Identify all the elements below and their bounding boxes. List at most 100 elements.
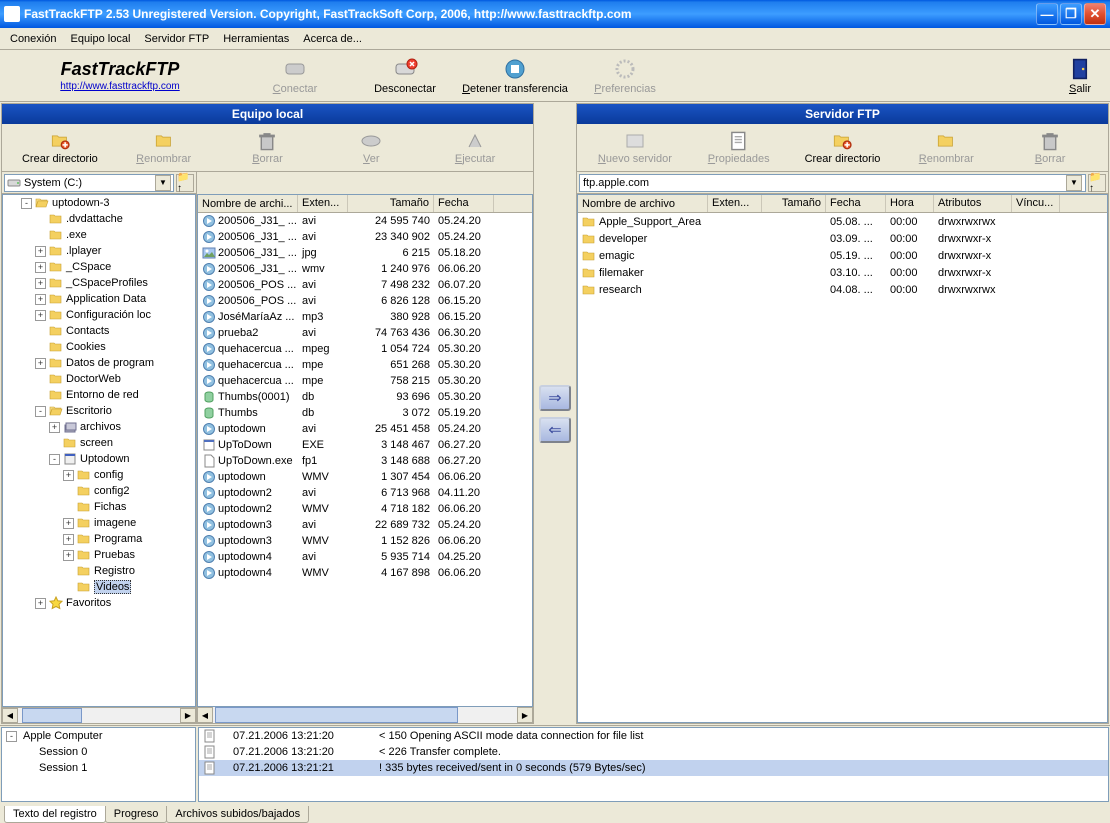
bottom-tab[interactable]: Archivos subidos/bajados xyxy=(166,806,309,823)
chevron-down-icon[interactable]: ▼ xyxy=(1066,175,1082,191)
file-row[interactable]: prueba2avi74 763 43606.30.20 xyxy=(198,325,532,341)
session-tree[interactable]: -Apple ComputerSession 0Session 1 xyxy=(1,727,196,802)
tree-item[interactable]: +Application Data xyxy=(3,291,195,307)
ejecutar-button[interactable]: Ejecutar xyxy=(423,130,527,165)
remote-file-list[interactable]: Nombre de archivoExten...TamañoFechaHora… xyxy=(577,194,1108,723)
conectar-button[interactable]: Conectar xyxy=(240,57,350,95)
file-row[interactable]: uptodown2WMV4 718 18206.06.20 xyxy=(198,501,532,517)
menu-conexin[interactable]: Conexión xyxy=(4,31,62,47)
tree-item[interactable]: +Configuración loc xyxy=(3,307,195,323)
remote-address-input[interactable]: ftp.apple.com ▼ xyxy=(579,174,1086,192)
file-row[interactable]: JoséMaríaAz ...mp3380 92806.15.20 xyxy=(198,309,532,325)
bottom-tab[interactable]: Texto del registro xyxy=(4,806,106,823)
borrar-button[interactable]: Borrar xyxy=(216,130,320,165)
file-row[interactable]: 200506_J31_ ...wmv1 240 97606.06.20 xyxy=(198,261,532,277)
remote-file-row[interactable]: developer03.09. ...00:00drwxrwxr-x xyxy=(578,230,1107,247)
tree-item[interactable]: Entorno de red xyxy=(3,387,195,403)
remote-list-header[interactable]: Nombre de archivoExten...TamañoFechaHora… xyxy=(578,195,1107,213)
tree-item[interactable]: +Datos de program xyxy=(3,355,195,371)
tree-expand-icon[interactable]: + xyxy=(63,550,74,561)
file-row[interactable]: quehacercua ...mpe651 26805.30.20 xyxy=(198,357,532,373)
salir-button[interactable]: Salir xyxy=(1050,57,1110,95)
crear-dir-button[interactable]: Crear directorio xyxy=(8,130,112,165)
borrar-remote-button[interactable]: Borrar xyxy=(998,130,1102,165)
tree-expand-icon[interactable]: + xyxy=(35,246,46,257)
tree-expand-icon[interactable]: + xyxy=(35,262,46,273)
crear-dir-remote-button[interactable]: Crear directorio xyxy=(791,130,895,165)
maximize-button[interactable]: ❐ xyxy=(1060,3,1082,25)
propiedades-button[interactable]: Propiedades xyxy=(687,130,791,165)
tree-item[interactable]: Cookies xyxy=(3,339,195,355)
menu-servidorftp[interactable]: Servidor FTP xyxy=(138,31,215,47)
tree-item[interactable]: .exe xyxy=(3,227,195,243)
file-row[interactable]: uptodown4WMV4 167 89806.06.20 xyxy=(198,565,532,581)
session-item[interactable]: Session 0 xyxy=(2,744,195,760)
tree-expand-icon[interactable]: - xyxy=(49,454,60,465)
close-button[interactable]: ✕ xyxy=(1084,3,1106,25)
tree-item[interactable]: config2 xyxy=(3,483,195,499)
tree-item[interactable]: DoctorWeb xyxy=(3,371,195,387)
file-row[interactable]: uptodown3avi22 689 73205.24.20 xyxy=(198,517,532,533)
detener-button[interactable]: Detener transferencia xyxy=(460,57,570,95)
tree-expand-icon[interactable]: + xyxy=(35,278,46,289)
log-row[interactable]: 07.21.2006 13:21:21! 335 bytes received/… xyxy=(199,760,1108,776)
tree-item[interactable]: +config xyxy=(3,467,195,483)
file-row[interactable]: Thumbsdb3 07205.19.20 xyxy=(198,405,532,421)
download-button[interactable]: ⇐ xyxy=(539,417,571,443)
tree-item[interactable]: +_CSpaceProfiles xyxy=(3,275,195,291)
tree-expand-icon[interactable]: + xyxy=(49,422,60,433)
renombrar-remote-button[interactable]: Renombrar xyxy=(894,130,998,165)
file-row[interactable]: uptodown2avi6 713 96804.11.20 xyxy=(198,485,532,501)
file-row[interactable]: 200506_J31_ ...avi23 340 90205.24.20 xyxy=(198,229,532,245)
file-row[interactable]: uptodownWMV1 307 45406.06.20 xyxy=(198,469,532,485)
tree-item[interactable]: Registro xyxy=(3,563,195,579)
file-row[interactable]: 200506_J31_ ...avi24 595 74005.24.20 xyxy=(198,213,532,229)
file-list-header[interactable]: Nombre de archi...Exten...TamañoFecha xyxy=(198,195,532,213)
brand-link[interactable]: http://www.fasttrackftp.com xyxy=(60,81,179,92)
file-row[interactable]: Thumbs(0001)db93 69605.30.20 xyxy=(198,389,532,405)
file-row[interactable]: 200506_J31_ ...jpg6 21505.18.20 xyxy=(198,245,532,261)
log-row[interactable]: 07.21.2006 13:21:20< 226 Transfer comple… xyxy=(199,744,1108,760)
file-row[interactable]: uptodown3WMV1 152 82606.06.20 xyxy=(198,533,532,549)
preferencias-button[interactable]: Preferencias xyxy=(570,57,680,95)
tree-item[interactable]: +Favoritos xyxy=(3,595,195,611)
file-hscroll[interactable]: ◀▶ xyxy=(197,707,533,723)
tree-item[interactable]: Videos xyxy=(3,579,195,595)
file-row[interactable]: 200506_POS ...avi7 498 23206.07.20 xyxy=(198,277,532,293)
file-row[interactable]: uptodownavi25 451 45805.24.20 xyxy=(198,421,532,437)
tree-item[interactable]: screen xyxy=(3,435,195,451)
tree-item[interactable]: Fichas xyxy=(3,499,195,515)
tree-item[interactable]: -Uptodown xyxy=(3,451,195,467)
minimize-button[interactable]: — xyxy=(1036,3,1058,25)
tree-item[interactable]: +.lplayer xyxy=(3,243,195,259)
tree-expand-icon[interactable]: + xyxy=(35,310,46,321)
log-list[interactable]: 07.21.2006 13:21:20< 150 Opening ASCII m… xyxy=(198,727,1109,802)
tree-expand-icon[interactable]: - xyxy=(35,406,46,417)
session-item[interactable]: -Apple Computer xyxy=(2,728,195,744)
upload-button[interactable]: ⇒ xyxy=(539,385,571,411)
tree-expand-icon[interactable]: + xyxy=(63,534,74,545)
menu-herramientas[interactable]: Herramientas xyxy=(217,31,295,47)
tree-item[interactable]: +Pruebas xyxy=(3,547,195,563)
tree-expand-icon[interactable]: + xyxy=(63,518,74,529)
tree-item[interactable]: +Programa xyxy=(3,531,195,547)
tree-hscroll[interactable]: ◀▶ xyxy=(2,707,196,723)
remote-folder-up-button[interactable]: 📁↑ xyxy=(1088,174,1106,192)
menu-equipolocal[interactable]: Equipo local xyxy=(64,31,136,47)
drive-selector[interactable]: System (C:) ▼ xyxy=(4,174,174,192)
log-row[interactable]: 07.21.2006 13:21:20< 150 Opening ASCII m… xyxy=(199,728,1108,744)
remote-file-row[interactable]: Apple_Support_Area05.08. ...00:00drwxrwx… xyxy=(578,213,1107,230)
tree-expand-icon[interactable]: + xyxy=(35,598,46,609)
file-row[interactable]: quehacercua ...mpe758 21505.30.20 xyxy=(198,373,532,389)
remote-file-row[interactable]: emagic05.19. ...00:00drwxrwxr-x xyxy=(578,247,1107,264)
tree-item[interactable]: +_CSpace xyxy=(3,259,195,275)
bottom-tab[interactable]: Progreso xyxy=(105,806,168,823)
file-row[interactable]: UpToDownEXE3 148 46706.27.20 xyxy=(198,437,532,453)
tree-item[interactable]: -Escritorio xyxy=(3,403,195,419)
tree-expand-icon[interactable]: + xyxy=(35,294,46,305)
folder-up-button[interactable]: 📁↑ xyxy=(176,174,194,192)
file-row[interactable]: quehacercua ...mpeg1 054 72405.30.20 xyxy=(198,341,532,357)
chevron-down-icon[interactable]: ▼ xyxy=(155,175,171,191)
tree-item[interactable]: Contacts xyxy=(3,323,195,339)
nuevo-servidor-button[interactable]: Nuevo servidor xyxy=(583,130,687,165)
